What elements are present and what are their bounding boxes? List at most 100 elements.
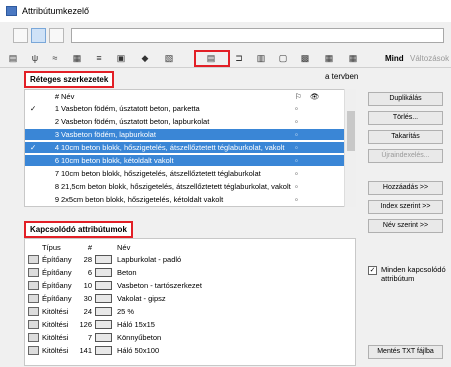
line-type-icon[interactable]: ≈ bbox=[48, 52, 62, 64]
flag-icon: ⚐ bbox=[295, 92, 302, 101]
row-tipus: Építőany bbox=[42, 255, 72, 264]
swatch-icon bbox=[95, 346, 112, 355]
list-header: # Név ⚐ 👁 bbox=[25, 91, 345, 102]
scroll-thumb[interactable] bbox=[347, 111, 355, 151]
row-flag-icon: ▫ bbox=[295, 182, 298, 191]
operation-icon[interactable]: ▩ bbox=[298, 52, 312, 64]
by-index-button[interactable]: Index szerint >> bbox=[368, 200, 443, 214]
material-icon[interactable]: ◆ bbox=[138, 52, 152, 64]
zone-icon[interactable]: ⊐ bbox=[232, 52, 246, 64]
attribute-type-icon bbox=[28, 281, 39, 290]
row-num: 30 bbox=[83, 294, 92, 303]
delete-button[interactable]: Törlés... bbox=[368, 111, 443, 125]
row-flag-icon: ▫ bbox=[295, 195, 298, 204]
swatch-icon bbox=[95, 307, 112, 316]
row-name: 2x5cm beton blokk, hőszigetelés, kétolda… bbox=[61, 195, 224, 204]
cleanup-button[interactable]: Takarítás bbox=[368, 130, 443, 144]
tab-valtozasok[interactable]: Változások bbox=[410, 54, 449, 63]
row-num: 7 bbox=[54, 169, 59, 178]
surface-icon[interactable]: ▧ bbox=[162, 52, 176, 64]
profile-icon[interactable]: ▣ bbox=[114, 52, 128, 64]
table-row[interactable]: Kitöltési 126 Háló 15x15 bbox=[25, 319, 355, 330]
row-name: Háló 50x100 bbox=[117, 346, 160, 355]
row-name: 10cm beton blokk, hőszigetelés, átszellő… bbox=[61, 143, 285, 152]
row-tipus: Kitöltési bbox=[42, 307, 69, 316]
composite-tab-highlight[interactable] bbox=[194, 50, 230, 67]
list-item[interactable]: 8 21,5cm beton blokk, hőszigetelés, átsze… bbox=[25, 181, 345, 192]
open-file-button[interactable] bbox=[13, 28, 28, 43]
table-row[interactable]: Építőany 10 Vasbeton - tartószerkezet bbox=[25, 280, 355, 291]
duplicate-button[interactable]: Duplikálás bbox=[368, 92, 443, 106]
pen-icon[interactable]: ψ bbox=[28, 52, 42, 64]
all-related-checkbox[interactable]: ✓ bbox=[368, 266, 377, 275]
app-icon bbox=[6, 6, 17, 16]
reindex-button[interactable]: Újraindexelés... bbox=[368, 149, 443, 163]
row-tipus: Kitöltési bbox=[42, 320, 69, 329]
list-item[interactable]: 9 2x5cm beton blokk, hőszigetelés, kétold… bbox=[25, 194, 345, 205]
view-toggle-button[interactable] bbox=[31, 28, 46, 43]
col-num: # bbox=[54, 92, 59, 101]
row-num: 9 bbox=[54, 195, 59, 204]
row-name: Könnyűbeton bbox=[117, 333, 162, 342]
search-input[interactable] bbox=[71, 28, 444, 43]
mep-icon[interactable]: ▥ bbox=[254, 52, 268, 64]
row-tipus: Építőany bbox=[42, 294, 72, 303]
building-icon[interactable]: ▦ bbox=[322, 52, 336, 64]
table-row[interactable]: Kitöltési 7 Könnyűbeton bbox=[25, 332, 355, 343]
swatch-icon bbox=[95, 294, 112, 303]
swatch-icon bbox=[95, 281, 112, 290]
grid-icon[interactable]: ▦ bbox=[346, 52, 360, 64]
list-item[interactable]: 2 Vasbeton födém, úsztatott beton, lapbur… bbox=[25, 116, 345, 127]
markup-icon[interactable]: ▢ bbox=[276, 52, 290, 64]
list-item[interactable]: 6 10cm beton blokk, kétoldalt vakolt ▫ bbox=[25, 155, 345, 166]
tab-mind[interactable]: Mind bbox=[385, 54, 404, 63]
list-item[interactable]: ✓ 1 Vasbeton födém, úsztatott beton, parke… bbox=[25, 103, 345, 114]
row-flag-icon: ▫ bbox=[295, 169, 298, 178]
row-num: 10 bbox=[83, 281, 92, 290]
all-related-label: Minden kapcsolódó attribútum bbox=[381, 265, 446, 283]
swatch-icon bbox=[95, 320, 112, 329]
swatch-icon bbox=[95, 333, 112, 342]
row-name: Vasbeton födém, úsztatott beton, lapburk… bbox=[61, 117, 210, 126]
composite-list: # Név ⚐ 👁 ✓ 1 Vasbeton födém, úsztatott be… bbox=[24, 89, 356, 207]
row-name: 10cm beton blokk, kétoldalt vakolt bbox=[61, 156, 174, 165]
table-row[interactable]: Kitöltési 24 25 % bbox=[25, 306, 355, 317]
add-button[interactable]: Hozzáadás >> bbox=[368, 181, 443, 195]
check-icon: ✓ bbox=[30, 143, 37, 152]
row-tipus: Építőany bbox=[42, 281, 72, 290]
col-num-2: # bbox=[87, 243, 92, 252]
table-row[interactable]: Kitöltési 141 Háló 50x100 bbox=[25, 345, 355, 356]
window-title-bar: Attribútumkezelő bbox=[0, 0, 451, 22]
row-name: Lapburkolat - padló bbox=[117, 255, 182, 264]
list-scrollbar[interactable] bbox=[344, 89, 356, 207]
swatch-icon bbox=[95, 255, 112, 264]
row-num: 126 bbox=[79, 320, 92, 329]
table-row[interactable]: Építőany 6 Beton bbox=[25, 267, 355, 278]
save-txt-button[interactable]: Mentés TXT fájlba bbox=[368, 345, 443, 359]
row-tipus: Építőany bbox=[42, 268, 72, 277]
table-row[interactable]: Építőany 28 Lapburkolat - padló bbox=[25, 254, 355, 265]
fill-icon[interactable]: ▦ bbox=[70, 52, 84, 64]
bottom-panel-header: Kapcsolódó attribútumok bbox=[24, 221, 133, 238]
layers-icon[interactable]: ▤ bbox=[6, 52, 20, 64]
check-icon: ✓ bbox=[30, 104, 37, 113]
row-num: 24 bbox=[83, 307, 92, 316]
list-item[interactable]: 3 Vasbeton födém, lapburkolat ▫ bbox=[25, 129, 345, 140]
attribute-type-icon bbox=[28, 333, 39, 342]
row-name: Beton bbox=[117, 268, 137, 277]
list-item[interactable]: ✓ 4 10cm beton blokk, hőszigetelés, átszel… bbox=[25, 142, 345, 153]
list-item[interactable]: 7 10cm beton blokk, hőszigetelés, átszell… bbox=[25, 168, 345, 179]
row-flag-icon: ▫ bbox=[295, 104, 298, 113]
list-view-button[interactable] bbox=[49, 28, 64, 43]
by-name-button[interactable]: Név szerint >> bbox=[368, 219, 443, 233]
row-num: 4 bbox=[54, 143, 59, 152]
row-name: Vasbeton födém, lapburkolat bbox=[61, 130, 156, 139]
row-name: Háló 15x15 bbox=[117, 320, 155, 329]
row-tipus: Kitöltési bbox=[42, 333, 69, 342]
row-name: 10cm beton blokk, hőszigetelés, átszellő… bbox=[61, 169, 261, 178]
related-list: Típus # Név Építőany 28 Lapburkolat - padl… bbox=[24, 238, 356, 366]
row-name: 25 % bbox=[117, 307, 135, 316]
attribute-type-icon bbox=[28, 268, 39, 277]
table-row[interactable]: Építőany 30 Vakolat - gipsz bbox=[25, 293, 355, 304]
composite-icon[interactable]: ≡ bbox=[92, 52, 106, 64]
